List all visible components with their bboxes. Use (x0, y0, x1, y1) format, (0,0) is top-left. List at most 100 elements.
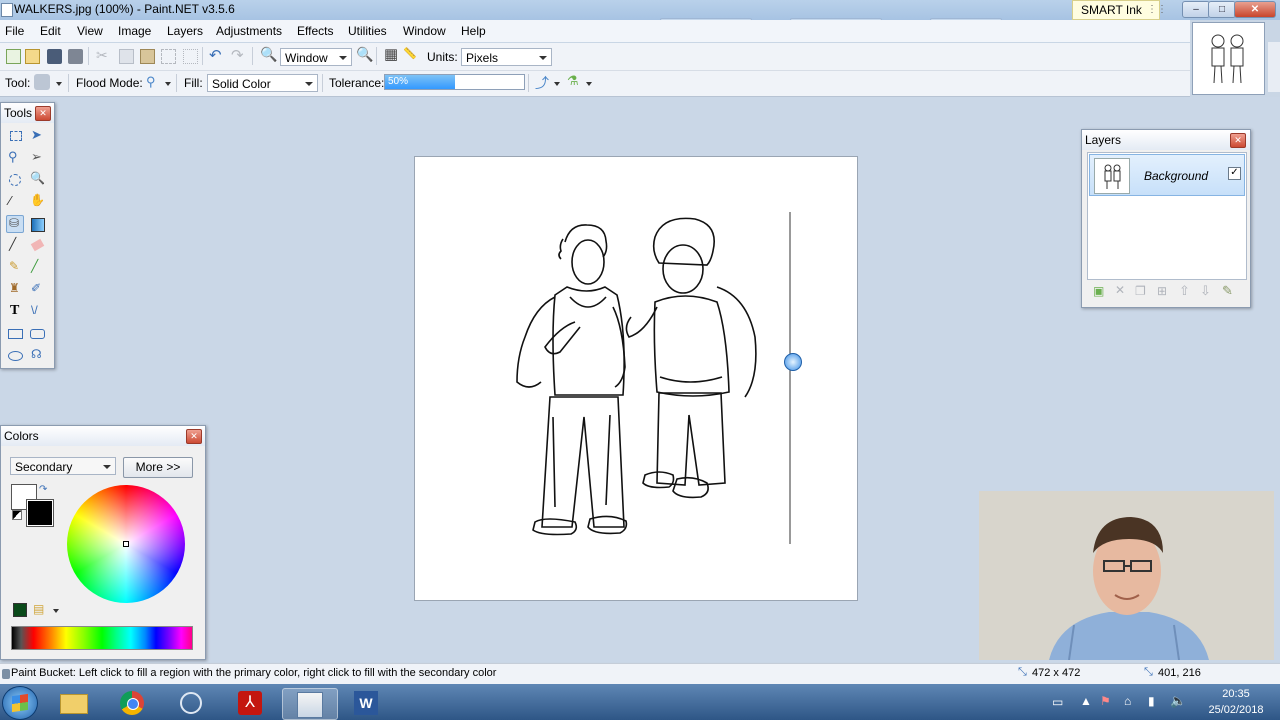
antialiasing-icon[interactable]: ⤴ (535, 73, 549, 93)
taskbar-word[interactable]: W (340, 688, 394, 718)
close-tools-button[interactable]: ✕ (35, 106, 51, 121)
tolerance-slider[interactable]: 50% (384, 74, 525, 90)
paint-bucket-icon[interactable] (34, 74, 50, 90)
new-image-icon[interactable] (6, 49, 21, 64)
color-mode-select[interactable]: Secondary (10, 457, 116, 475)
taskbar-acrobat[interactable]: ⅄ (224, 688, 278, 718)
close-button[interactable]: ✕ (1234, 1, 1276, 18)
open-folder-icon[interactable] (25, 49, 40, 64)
clone-stamp-icon[interactable]: ♜ (6, 281, 24, 299)
palette-menu-icon[interactable]: ▤ (33, 602, 44, 616)
show-hidden-icons[interactable]: ▲ (1080, 694, 1092, 708)
color-picker-icon[interactable]: ╱ (28, 259, 46, 277)
move-layer-up-icon[interactable]: ⇧ (1179, 283, 1190, 299)
chevron-down-icon[interactable] (554, 82, 560, 86)
menu-edit[interactable]: Edit (40, 24, 61, 38)
close-layers-button[interactable]: ✕ (1230, 133, 1246, 148)
reset-colors-icon[interactable] (12, 510, 22, 520)
gradient-icon[interactable] (28, 215, 46, 233)
eraser-icon[interactable] (28, 237, 46, 255)
image-canvas[interactable] (414, 156, 858, 601)
lasso-select-icon[interactable]: ⚲ (6, 149, 24, 167)
copy-icon[interactable] (119, 49, 134, 64)
zoom-icon[interactable]: 🔍 (28, 171, 46, 189)
undo-icon[interactable]: ↶ (209, 46, 222, 64)
move-layer-down-icon[interactable]: ⇩ (1200, 283, 1211, 299)
close-colors-button[interactable]: ✕ (186, 429, 202, 444)
alpha-blending-icon[interactable]: ⚗ (567, 73, 579, 89)
start-button[interactable] (2, 686, 38, 720)
redo-icon[interactable]: ↷ (231, 46, 244, 64)
pan-icon[interactable]: ✋ (28, 193, 46, 211)
rounded-rectangle-icon[interactable] (28, 325, 46, 343)
colors-window-header[interactable]: Colors ✕ (1, 426, 205, 446)
keyboard-icon[interactable]: ▭ (1052, 695, 1063, 709)
ruler-icon[interactable]: 📏 (403, 47, 417, 60)
zoom-in-icon[interactable]: 🔍 (356, 46, 373, 63)
delete-layer-icon[interactable]: ✕ (1115, 283, 1125, 297)
menu-effects[interactable]: Effects (297, 24, 333, 38)
fill-select[interactable]: Solid Color (207, 74, 318, 92)
network-icon[interactable]: ▮ (1148, 694, 1155, 708)
chevron-down-icon[interactable] (53, 609, 59, 613)
ellipse-select-icon[interactable] (6, 171, 24, 189)
pencil-icon[interactable]: ✎ (6, 259, 24, 277)
menu-image[interactable]: Image (118, 24, 151, 38)
menu-view[interactable]: View (77, 24, 103, 38)
tools-window-header[interactable]: Tools ✕ (1, 103, 54, 123)
deselect-icon[interactable] (183, 49, 198, 64)
layers-window-header[interactable]: Layers ✕ (1082, 130, 1250, 150)
layer-visibility-checkbox[interactable]: ✓ (1228, 167, 1241, 180)
crop-to-selection-icon[interactable] (161, 49, 176, 64)
swap-colors-icon[interactable]: ↷ (39, 484, 47, 495)
chevron-down-icon[interactable] (586, 82, 592, 86)
color-palette[interactable] (11, 626, 193, 650)
menu-file[interactable]: File (5, 24, 24, 38)
menu-utilities[interactable]: Utilities (348, 24, 387, 38)
menu-adjustments[interactable]: Adjustments (216, 24, 282, 38)
paint-bucket-tool-icon[interactable]: ⛁ (6, 215, 24, 233)
paste-icon[interactable] (140, 49, 155, 64)
menu-help[interactable]: Help (461, 24, 486, 38)
magic-wand-icon[interactable]: ⁄ (6, 193, 24, 211)
primary-color-swatch[interactable] (26, 499, 54, 527)
layer-properties-icon[interactable]: ✎ (1222, 283, 1233, 299)
text-icon[interactable]: T (6, 303, 24, 321)
volume-icon[interactable]: 🔈 (1170, 693, 1186, 709)
print-icon[interactable] (68, 49, 83, 64)
layer-row[interactable]: Background ✓ (1089, 154, 1245, 196)
paintbrush-icon[interactable]: ╱ (6, 237, 24, 255)
menu-layers[interactable]: Layers (167, 24, 203, 38)
line-curve-icon[interactable]: \/ (28, 303, 46, 321)
taskbar-paintnet[interactable] (282, 688, 338, 720)
minimize-button[interactable]: – (1182, 1, 1210, 18)
duplicate-layer-icon[interactable]: ❐ (1135, 284, 1146, 298)
smart-ink-toolbar[interactable]: SMART Ink ⋮⋮ (1072, 0, 1167, 20)
clock-time[interactable]: 20:35 (1208, 688, 1264, 700)
color-wheel-marker[interactable] (123, 541, 129, 547)
ellipse-icon[interactable] (6, 347, 24, 365)
smart-tray-icon[interactable]: ⌂ (1124, 694, 1131, 708)
recolor-icon[interactable]: ✐ (28, 281, 46, 299)
flood-mode-icon[interactable]: ⚲ (146, 74, 156, 90)
rectangle-select-icon[interactable] (6, 127, 24, 145)
add-layer-icon[interactable]: ▣ (1093, 284, 1104, 298)
taskbar-chrome[interactable] (107, 688, 161, 718)
merge-layer-icon[interactable]: ⊞ (1157, 284, 1167, 298)
taskbar-app[interactable] (166, 688, 220, 718)
chevron-down-icon[interactable] (165, 82, 171, 86)
grid-icon[interactable]: ▦ (384, 45, 398, 63)
cut-icon[interactable]: ✂ (96, 47, 108, 64)
zoom-out-icon[interactable]: 🔍 (260, 46, 277, 63)
save-icon[interactable] (47, 49, 62, 64)
freeform-shape-icon[interactable]: ☊ (28, 347, 46, 365)
image-thumbnail[interactable] (1192, 22, 1265, 95)
scrollbar-fragment[interactable] (1268, 42, 1280, 92)
move-selection-icon[interactable]: ➤ (28, 127, 46, 145)
rectangle-icon[interactable] (6, 325, 24, 343)
units-select[interactable]: Pixels (461, 48, 552, 66)
chevron-down-icon[interactable] (56, 82, 62, 86)
clock-date[interactable]: 25/02/2018 (1200, 704, 1272, 716)
taskbar-explorer[interactable] (46, 688, 100, 718)
move-selected-icon[interactable]: ➢ (28, 149, 46, 167)
